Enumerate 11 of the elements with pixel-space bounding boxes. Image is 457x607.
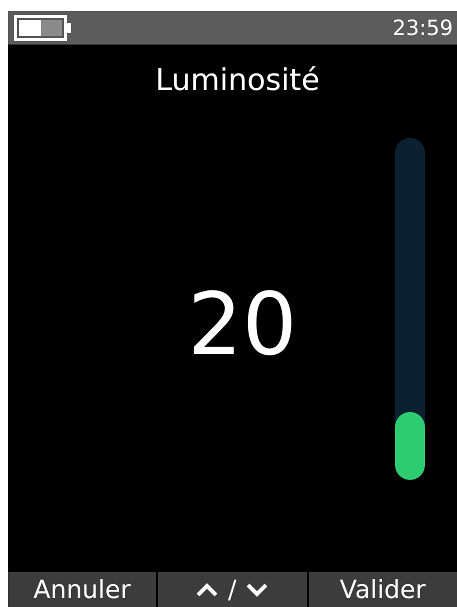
softkey-button[interactable]: Valider xyxy=(308,572,457,607)
slider-fill[interactable] xyxy=(395,412,425,480)
battery-icon xyxy=(14,14,72,40)
chevron-down-icon xyxy=(246,582,268,596)
softkey-button[interactable]: / xyxy=(158,572,306,607)
softkey-button[interactable]: Annuler xyxy=(8,572,156,607)
value-readout: 20 xyxy=(188,275,297,375)
slider-track[interactable] xyxy=(395,138,425,480)
chevron-up-icon xyxy=(196,582,218,596)
clock-time: 23:59 xyxy=(392,16,453,40)
screen-title: Luminosité xyxy=(155,63,320,98)
